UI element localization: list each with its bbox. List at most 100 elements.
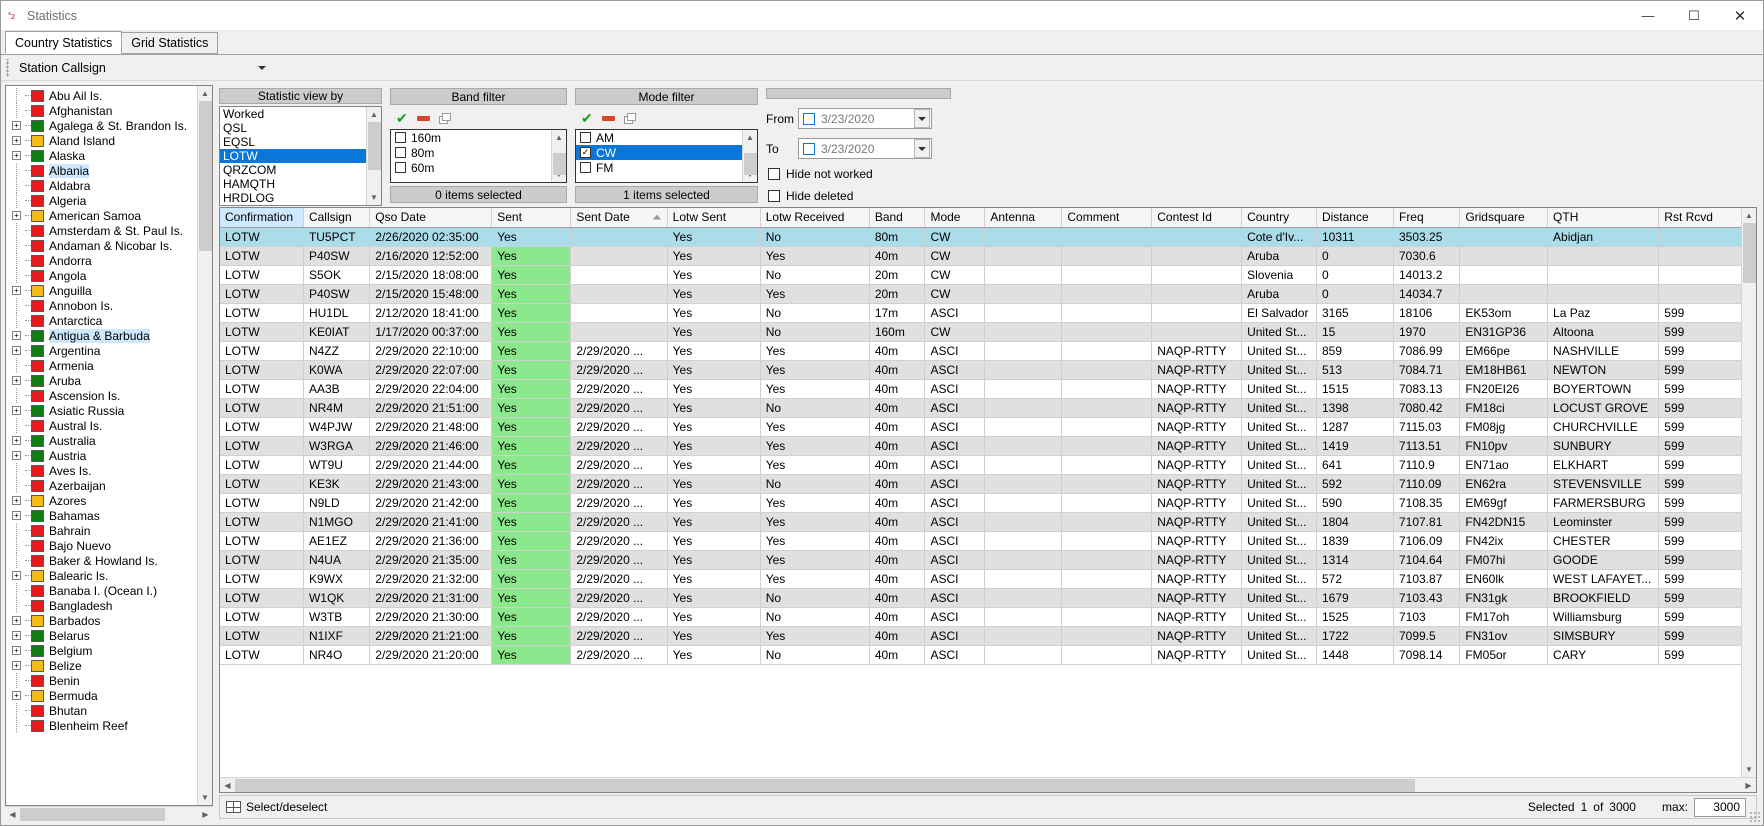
expand-icon[interactable]: + (8, 328, 25, 343)
tree-item[interactable]: + Bahamas (8, 508, 197, 523)
tree-item[interactable]: Aldabra (8, 178, 197, 193)
statistic-view-option[interactable]: Worked (220, 107, 366, 121)
statistic-view-option[interactable]: HRDLOG (220, 191, 366, 205)
mode-option[interactable]: FM (576, 160, 742, 175)
tree-item[interactable]: Antarctica (8, 313, 197, 328)
column-header-lotw_received[interactable]: Lotw Received (760, 208, 870, 228)
tree-item[interactable]: + Antigua & Barbuda (8, 328, 197, 343)
country-tree-list[interactable]: Abu Ail Is. Afghanistan + Agalega & St. Bra… (6, 86, 197, 805)
table-row[interactable]: LOTW KE3K 2/29/2020 21:43:00 Yes 2/29/2020 .… (220, 474, 1741, 494)
scroll-track[interactable] (1742, 223, 1757, 762)
expand-icon[interactable]: + (8, 403, 25, 418)
country-tree-hscrollbar[interactable]: ◀ ▶ (5, 806, 213, 821)
expand-icon[interactable]: + (8, 283, 25, 298)
invert-selection-icon[interactable] (623, 113, 636, 124)
date-to-picker[interactable]: 3/23/2020 (798, 138, 932, 159)
tree-item[interactable]: Algeria (8, 193, 197, 208)
scroll-track-h[interactable] (20, 807, 198, 822)
uncheck-all-icon[interactable] (416, 115, 430, 121)
toolbar-gripper[interactable] (4, 58, 13, 77)
tree-item[interactable]: + Alaska (8, 148, 197, 163)
tree-item[interactable]: + Belize (8, 658, 197, 673)
tree-item[interactable]: Armenia (8, 358, 197, 373)
country-tree-vscrollbar[interactable]: ▲ ▼ (197, 86, 212, 805)
tree-item[interactable]: Annobon Is. (8, 298, 197, 313)
scroll-up-icon[interactable]: ▲ (552, 130, 567, 145)
tree-item[interactable]: + Barbados (8, 613, 197, 628)
scroll-track[interactable] (743, 145, 758, 175)
tree-item[interactable]: Baker & Howland Is. (8, 553, 197, 568)
statistic-view-option[interactable]: HAMQTH (220, 177, 366, 191)
date-from-calendar-icon[interactable] (914, 109, 930, 128)
expand-icon[interactable]: + (8, 688, 25, 703)
tree-item[interactable]: Aves Is. (8, 463, 197, 478)
column-header-comment[interactable]: Comment (1061, 208, 1153, 228)
tree-item[interactable]: + Argentina (8, 343, 197, 358)
scroll-thumb[interactable] (198, 101, 212, 251)
statistic-view-option[interactable]: QRZCOM (220, 163, 366, 177)
tree-item[interactable]: Afghanistan (8, 103, 197, 118)
band-option[interactable]: 60m (391, 160, 551, 175)
table-row[interactable]: LOTW KE0IAT 1/17/2020 00:37:00 Yes Yes No 160m… (220, 322, 1741, 342)
expand-icon[interactable]: + (8, 433, 25, 448)
expand-icon[interactable]: + (8, 493, 25, 508)
checkbox[interactable] (580, 162, 591, 173)
column-header-band[interactable]: Band (869, 208, 926, 228)
hide-deleted-checkbox[interactable] (768, 190, 780, 202)
check-all-icon[interactable]: ✔ (396, 111, 408, 125)
tree-item[interactable]: Angola (8, 268, 197, 283)
expand-icon[interactable]: + (8, 448, 25, 463)
max-value-input[interactable]: 3000 (1694, 797, 1746, 817)
scroll-thumb[interactable] (743, 153, 757, 175)
hide-not-worked-row[interactable]: Hide not worked (766, 167, 951, 181)
statistic-view-option[interactable]: QSL (220, 121, 366, 135)
column-header-sent_date[interactable]: Sent Date (570, 208, 668, 228)
scroll-thumb-h[interactable] (235, 778, 1415, 792)
mode-option[interactable]: AM (576, 130, 742, 145)
column-header-distance[interactable]: Distance (1316, 208, 1394, 228)
checkbox[interactable] (580, 132, 591, 143)
column-header-mode[interactable]: Mode (924, 208, 986, 228)
expand-icon[interactable]: + (8, 568, 25, 583)
mode-filter-items[interactable]: AM ✓ CW FM (576, 130, 742, 182)
table-row[interactable]: LOTW AA3B 2/29/2020 22:04:00 Yes 2/29/2020 .… (220, 379, 1741, 399)
table-row[interactable]: LOTW N9LD 2/29/2020 21:42:00 Yes 2/29/2020 .… (220, 493, 1741, 513)
scroll-up-icon[interactable]: ▲ (743, 130, 758, 145)
scroll-up-icon[interactable]: ▲ (367, 107, 382, 122)
statistic-view-option[interactable]: LOTW (220, 149, 366, 163)
tree-item[interactable]: + American Samoa (8, 208, 197, 223)
column-header-freq[interactable]: Freq (1393, 208, 1461, 228)
expand-icon[interactable]: + (8, 658, 25, 673)
statistic-view-items[interactable]: Worked QSL EQSL LOTW QRZCOM HAMQTH HRDLOG (220, 107, 366, 205)
tree-item[interactable]: + Bermuda (8, 688, 197, 703)
table-row[interactable]: LOTW HU1DL 2/12/2020 18:41:00 Yes Yes No 17m AS… (220, 303, 1741, 323)
table-row[interactable]: LOTW NR4M 2/29/2020 21:51:00 Yes 2/29/2020 .… (220, 398, 1741, 418)
expand-icon[interactable]: + (8, 373, 25, 388)
tree-item[interactable]: Bajo Nuevo (8, 538, 197, 553)
tab-grid-statistics[interactable]: Grid Statistics (121, 32, 219, 54)
tree-item[interactable]: Ascension Is. (8, 388, 197, 403)
expand-icon[interactable]: + (8, 508, 25, 523)
table-row[interactable]: LOTW WT9U 2/29/2020 21:44:00 Yes 2/29/2020 .… (220, 455, 1741, 475)
tree-item[interactable]: Bhutan (8, 703, 197, 718)
tree-item[interactable]: + Azores (8, 493, 197, 508)
mode-option[interactable]: ✓ CW (576, 145, 742, 160)
table-row[interactable]: LOTW K0WA 2/29/2020 22:07:00 Yes 2/29/2020 .… (220, 360, 1741, 380)
tree-item[interactable]: + Aland Island (8, 133, 197, 148)
table-row[interactable]: LOTW TU5PCT 2/26/2020 02:35:00 Yes Yes No 80m C… (220, 227, 1741, 247)
tree-item[interactable]: + Austria (8, 448, 197, 463)
station-callsign-combo[interactable] (110, 58, 270, 78)
table-row[interactable]: LOTW P40SW 2/15/2020 15:48:00 Yes Yes Yes 20m C… (220, 284, 1741, 304)
expand-icon[interactable]: + (8, 343, 25, 358)
tree-item[interactable]: Andorra (8, 253, 197, 268)
expand-icon[interactable]: + (8, 148, 25, 163)
table-row[interactable]: LOTW N4ZZ 2/29/2020 22:10:00 Yes 2/29/2020 .… (220, 341, 1741, 361)
tree-item[interactable]: Banaba I. (Ocean I.) (8, 583, 197, 598)
scroll-thumb-h[interactable] (20, 807, 165, 821)
expand-icon[interactable]: + (8, 613, 25, 628)
table-row[interactable]: LOTW W3TB 2/29/2020 21:30:00 Yes 2/29/2020 .… (220, 607, 1741, 627)
tree-item[interactable]: Abu Ail Is. (8, 88, 197, 103)
tree-item[interactable]: Andaman & Nicobar Is. (8, 238, 197, 253)
table-row[interactable]: LOTW NR4O 2/29/2020 21:20:00 Yes 2/29/2020 .… (220, 645, 1741, 665)
mode-filter-vscrollbar[interactable]: ▲ ▼ (742, 130, 757, 182)
